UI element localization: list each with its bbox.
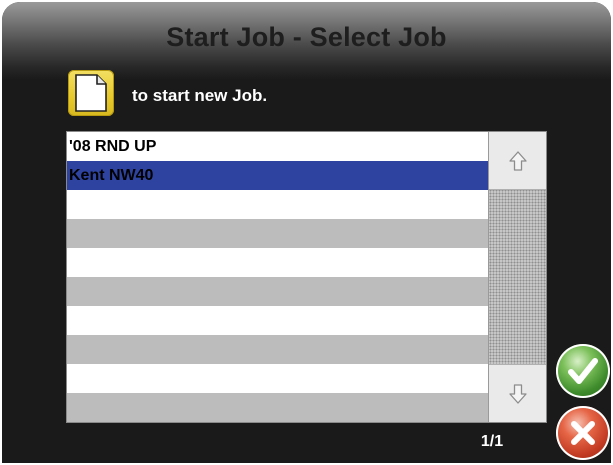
- scrollbar[interactable]: [488, 132, 546, 422]
- list-item[interactable]: [67, 219, 488, 248]
- job-list: '08 RND UP Kent NW40: [66, 131, 547, 423]
- scroll-down-button[interactable]: [489, 364, 546, 422]
- list-item[interactable]: [67, 277, 488, 306]
- job-list-rows: '08 RND UP Kent NW40: [67, 132, 488, 422]
- new-document-icon: [75, 74, 107, 112]
- list-item[interactable]: [67, 190, 488, 219]
- page-title: Start Job - Select Job: [166, 22, 447, 52]
- new-job-button[interactable]: [68, 70, 114, 116]
- arrow-up-icon: [509, 151, 527, 171]
- list-item[interactable]: [67, 248, 488, 277]
- accept-button[interactable]: [556, 344, 610, 398]
- arrow-down-icon: [509, 384, 527, 404]
- list-item[interactable]: [67, 364, 488, 393]
- screen: Start Job - Select Job to start new Job.…: [0, 0, 613, 465]
- new-job-hint: to start new Job.: [132, 86, 268, 105]
- list-item[interactable]: [67, 393, 488, 422]
- dialog-panel: Start Job - Select Job to start new Job.…: [2, 2, 611, 463]
- cancel-button[interactable]: [556, 406, 610, 460]
- list-item[interactable]: '08 RND UP: [67, 132, 488, 161]
- title-bar: Start Job - Select Job: [2, 2, 611, 80]
- list-item-selected[interactable]: Kent NW40: [67, 161, 488, 190]
- page-indicator: 1/1: [480, 433, 504, 450]
- checkmark-icon: [568, 358, 598, 384]
- close-icon: [571, 421, 595, 445]
- scroll-up-button[interactable]: [489, 132, 546, 190]
- list-item[interactable]: [67, 335, 488, 364]
- list-item[interactable]: [67, 306, 488, 335]
